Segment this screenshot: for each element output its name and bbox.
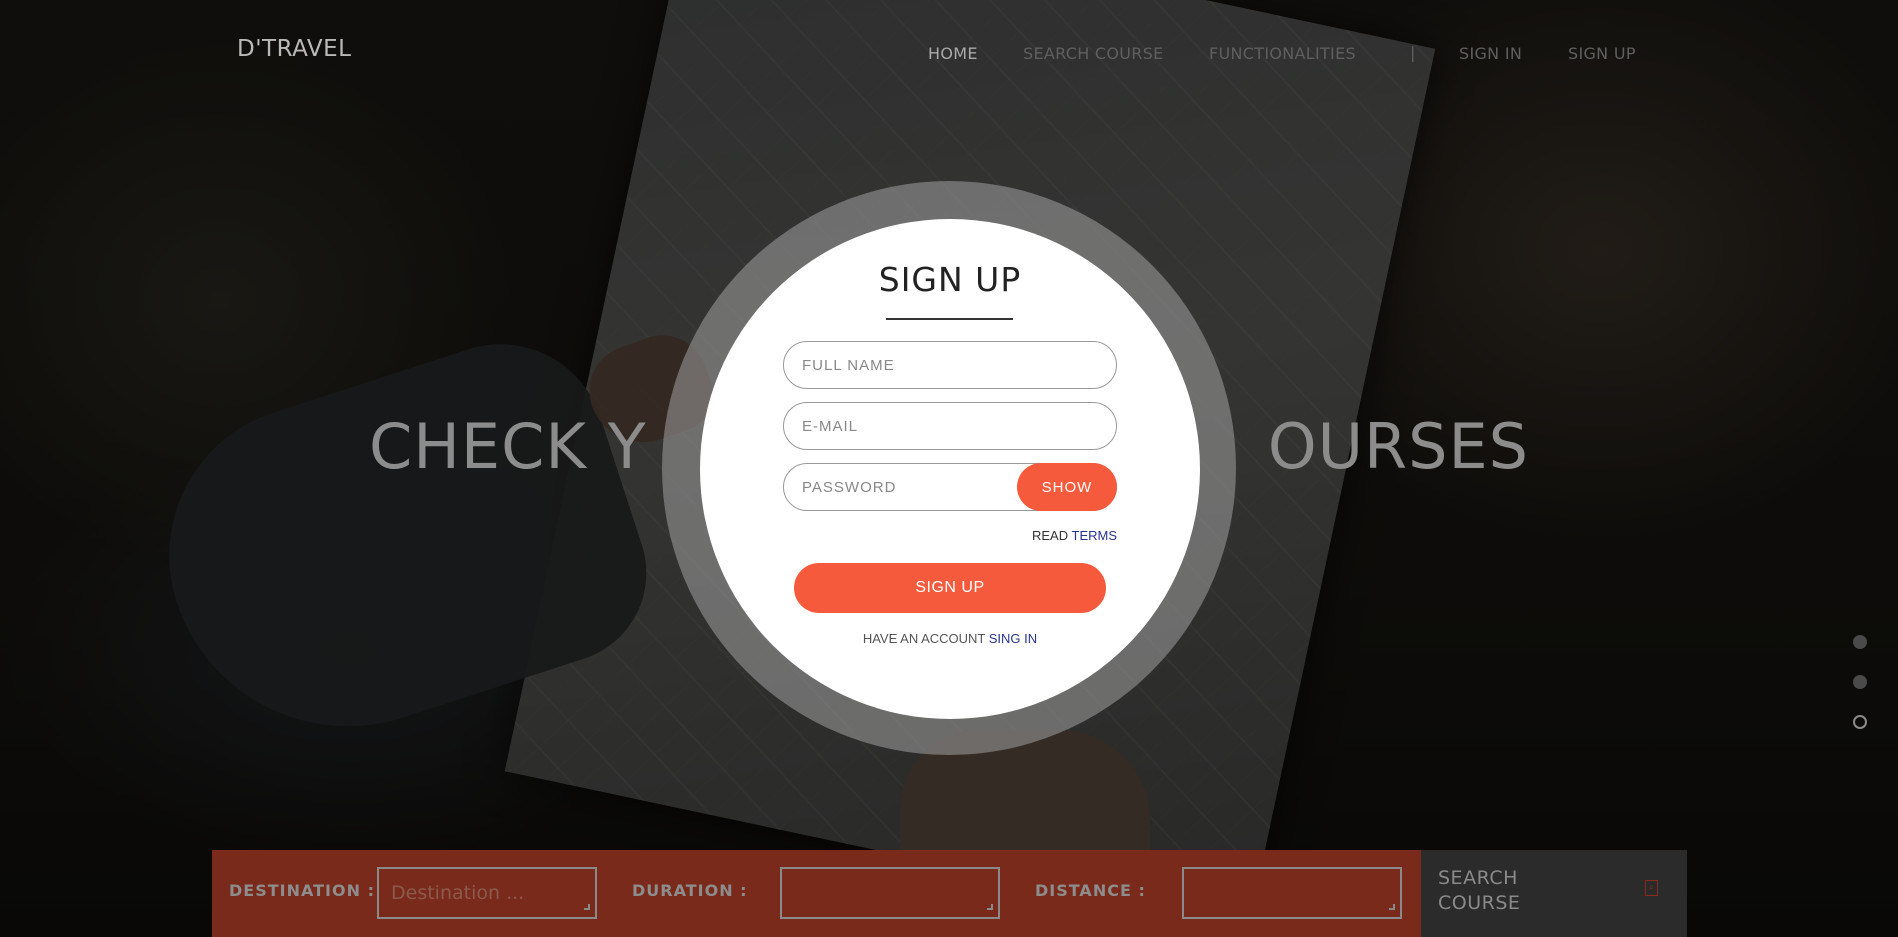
resize-handle [987,904,993,910]
title-underline [886,318,1013,320]
signup-title: SIGN UP [878,260,1022,299]
slider-dot-1[interactable] [1853,635,1867,649]
terms-link[interactable]: TERMS [1072,528,1118,543]
have-account-line: HAVE AN ACCOUNT SING IN [700,631,1200,646]
nav-home[interactable]: HOME [928,44,978,63]
duration-label: DURATION : [632,881,748,900]
main-nav: HOME SEARCH COURSE FUNCTIONALITIES | SIG… [0,43,1898,68]
terms-line: READ TERMS [783,528,1117,543]
duration-input[interactable] [780,867,1000,919]
sign-in-link[interactable]: SING IN [989,631,1037,646]
email-input[interactable] [783,402,1117,450]
nav-functionalities[interactable]: FUNCTIONALITIES [1209,44,1356,63]
resize-handle [1389,904,1395,910]
search-course-label: SEARCH COURSE [1438,867,1521,914]
signup-submit-button[interactable]: SIGN UP [794,563,1106,613]
nav-separator: | [1410,43,1416,62]
resize-handle [584,904,590,910]
destination-label: DESTINATION : [229,881,375,900]
have-account-label: HAVE AN ACCOUNT [862,631,986,646]
nav-search-course[interactable]: SEARCH COURSE [1023,44,1164,63]
distance-input[interactable] [1182,867,1402,919]
read-label: READ [1031,528,1069,543]
distance-label: DISTANCE : [1035,881,1146,900]
search-icon[interactable]: ⌕ [1645,880,1658,896]
nav-sign-up[interactable]: SIGN UP [1568,44,1636,63]
slider-dot-3[interactable] [1853,715,1867,729]
show-password-button[interactable]: SHOW [1017,463,1117,511]
slider-dot-2[interactable] [1853,675,1867,689]
full-name-input[interactable] [783,341,1117,389]
nav-sign-in[interactable]: SIGN IN [1459,44,1522,63]
destination-input[interactable] [377,867,597,919]
